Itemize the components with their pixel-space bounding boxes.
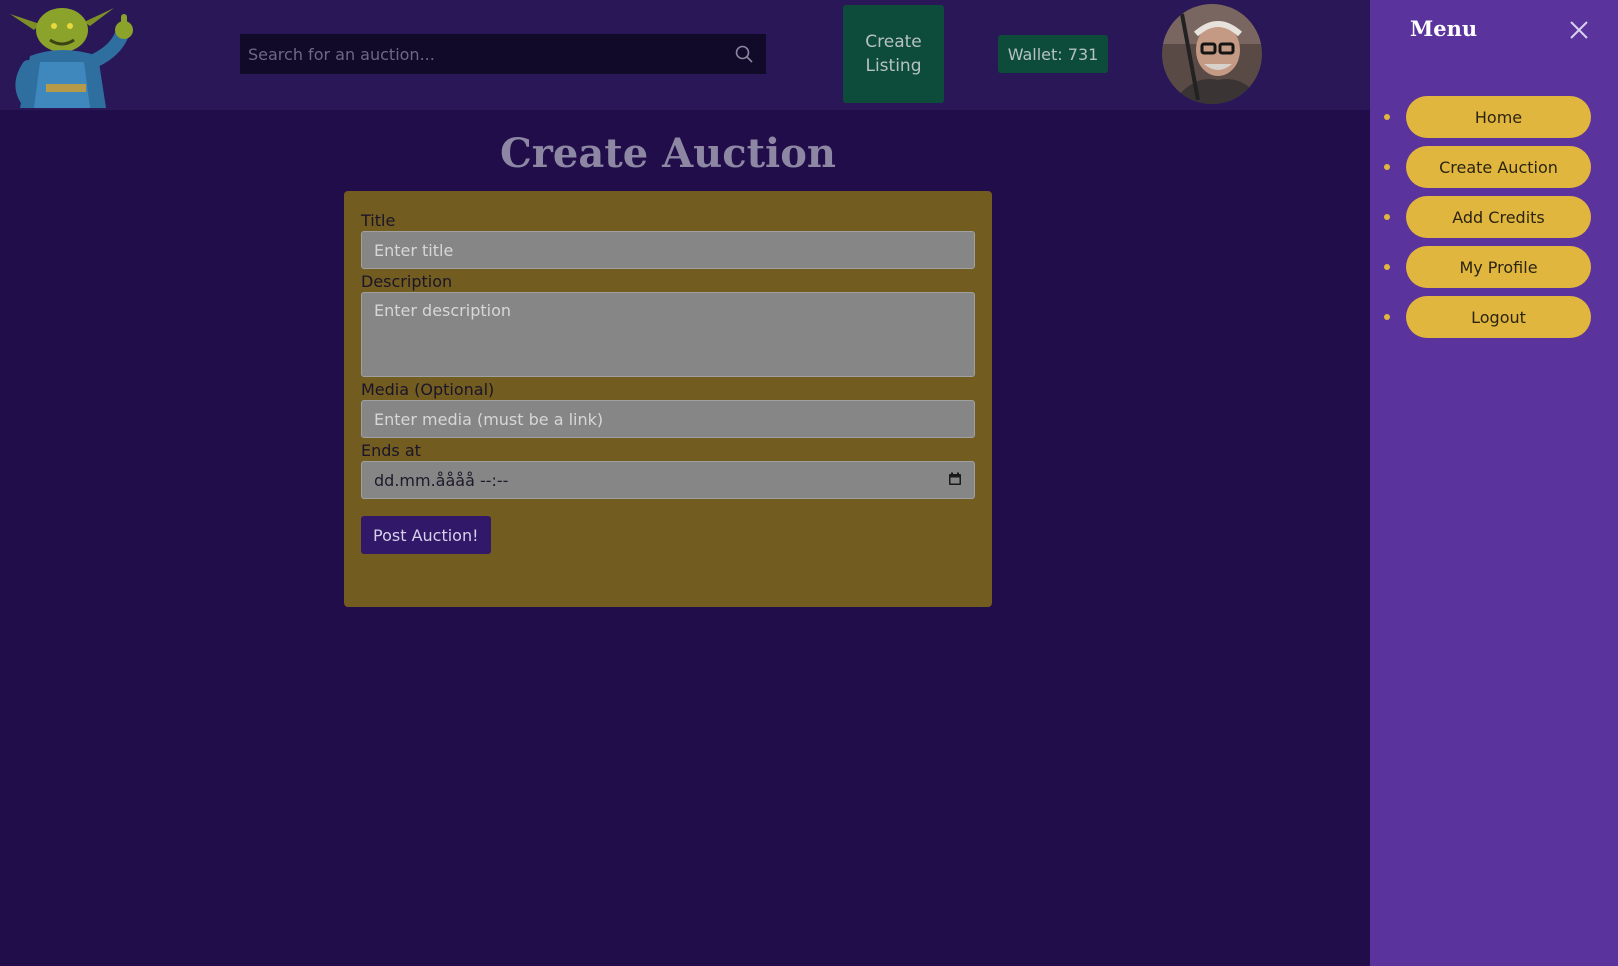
menu-item-logout: Logout bbox=[1384, 292, 1591, 342]
menu-title: Menu bbox=[1410, 16, 1478, 41]
menu-list: Home Create Auction Add Credits My Profi… bbox=[1384, 92, 1591, 342]
calendar-icon[interactable] bbox=[948, 471, 962, 490]
search-icon[interactable] bbox=[722, 34, 766, 74]
close-icon[interactable] bbox=[1566, 17, 1592, 43]
page-title: Create Auction bbox=[499, 130, 837, 177]
home-button[interactable]: Home bbox=[1406, 96, 1591, 138]
menu-item-home: Home bbox=[1384, 92, 1591, 142]
create-auction-button[interactable]: Create Auction bbox=[1406, 146, 1591, 188]
create-listing-button[interactable]: Create Listing bbox=[843, 5, 944, 103]
title-input[interactable] bbox=[361, 231, 975, 269]
post-auction-button[interactable]: Post Auction! bbox=[361, 516, 491, 554]
ends-at-label: Ends at bbox=[361, 441, 421, 460]
wallet-badge: Wallet: 731 bbox=[998, 35, 1108, 73]
bullet-icon bbox=[1384, 214, 1390, 220]
menu-item-create-auction: Create Auction bbox=[1384, 142, 1591, 192]
media-label: Media (Optional) bbox=[361, 380, 495, 399]
add-credits-button[interactable]: Add Credits bbox=[1406, 196, 1591, 238]
side-menu: Menu Home Create Auction Add Credits My … bbox=[1370, 0, 1618, 966]
search-input[interactable] bbox=[240, 34, 722, 74]
description-input[interactable] bbox=[361, 292, 975, 377]
ends-at-value: dd.mm.åååå --:-- bbox=[374, 470, 509, 490]
goblin-logo-icon[interactable] bbox=[6, 0, 136, 110]
title-label: Title bbox=[361, 211, 396, 230]
menu-item-my-profile: My Profile bbox=[1384, 242, 1591, 292]
bullet-icon bbox=[1384, 314, 1390, 320]
description-label: Description bbox=[361, 272, 453, 291]
user-avatar[interactable] bbox=[1162, 4, 1262, 104]
menu-item-add-credits: Add Credits bbox=[1384, 192, 1591, 242]
bullet-icon bbox=[1384, 164, 1390, 170]
create-auction-form: Title Description Media (Optional) Ends … bbox=[344, 191, 992, 607]
top-header: Create Listing Wallet: 731 bbox=[0, 0, 1370, 110]
bullet-icon bbox=[1384, 264, 1390, 270]
my-profile-button[interactable]: My Profile bbox=[1406, 246, 1591, 288]
media-input[interactable] bbox=[361, 400, 975, 438]
logout-button[interactable]: Logout bbox=[1406, 296, 1591, 338]
bullet-icon bbox=[1384, 114, 1390, 120]
search-bar bbox=[240, 34, 766, 74]
ends-at-input[interactable]: dd.mm.åååå --:-- bbox=[361, 461, 975, 499]
